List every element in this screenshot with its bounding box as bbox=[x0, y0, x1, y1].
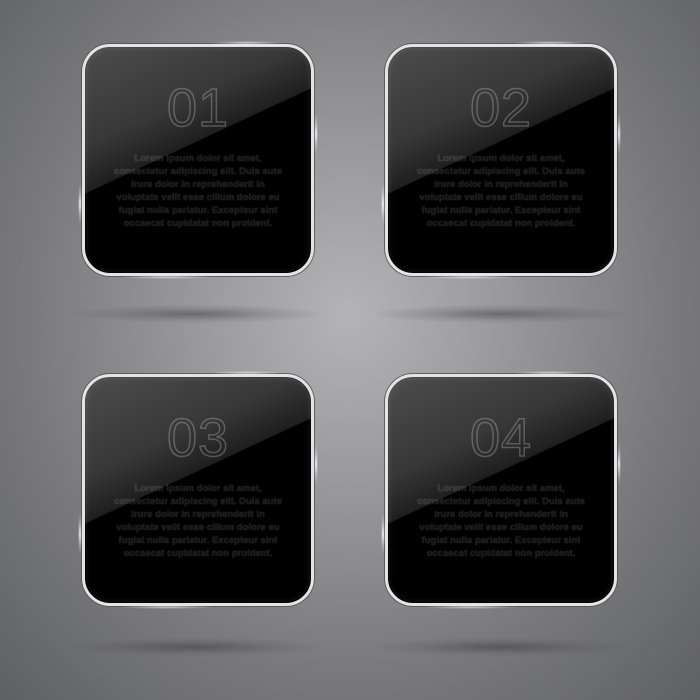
tile-text: Lorem ipsum dolor sit amet, consectetur … bbox=[417, 483, 585, 559]
tile-shadow bbox=[375, 305, 625, 323]
glass-tile-3: 03 Lorem ipsum dolor sit amet, consectet… bbox=[78, 371, 318, 609]
tile-shadow bbox=[70, 638, 320, 656]
edge-highlight bbox=[212, 41, 282, 45]
glass-tile-4: 04 Lorem ipsum dolor sit amet, consectet… bbox=[381, 371, 621, 609]
tile-number: 02 bbox=[469, 77, 533, 139]
edge-highlight bbox=[212, 371, 282, 375]
tile-text: Lorem ipsum dolor sit amet, consectetur … bbox=[114, 483, 282, 559]
tile-number: 04 bbox=[469, 407, 533, 469]
tile-panel: 02 Lorem ipsum dolor sit amet, consectet… bbox=[385, 44, 617, 276]
tile-number: 03 bbox=[166, 407, 230, 469]
tile-panel: 03 Lorem ipsum dolor sit amet, consectet… bbox=[82, 374, 314, 606]
tile-panel: 04 Lorem ipsum dolor sit amet, consectet… bbox=[385, 374, 617, 606]
tile-shadow bbox=[70, 305, 320, 323]
edge-highlight bbox=[314, 444, 318, 484]
glass-tile-1: 01 Lorem ipsum dolor sit amet, consectet… bbox=[78, 41, 318, 279]
tile-shadow bbox=[375, 638, 625, 656]
tile-number: 01 bbox=[166, 77, 230, 139]
tile-text: Lorem ipsum dolor sit amet, consectetur … bbox=[417, 153, 585, 229]
edge-highlight bbox=[381, 184, 385, 224]
edge-highlight bbox=[122, 605, 212, 609]
tile-panel: 01 Lorem ipsum dolor sit amet, consectet… bbox=[82, 44, 314, 276]
edge-highlight bbox=[122, 275, 212, 279]
edge-highlight bbox=[515, 41, 585, 45]
edge-highlight bbox=[314, 114, 318, 154]
glass-tile-2: 02 Lorem ipsum dolor sit amet, consectet… bbox=[381, 41, 621, 279]
edge-highlight bbox=[381, 514, 385, 554]
edge-highlight bbox=[515, 371, 585, 375]
tile-text: Lorem ipsum dolor sit amet, consectetur … bbox=[114, 153, 282, 229]
edge-highlight bbox=[617, 444, 621, 484]
edge-highlight bbox=[425, 275, 515, 279]
edge-highlight bbox=[425, 605, 515, 609]
edge-highlight bbox=[617, 114, 621, 154]
edge-highlight bbox=[78, 514, 82, 554]
edge-highlight bbox=[78, 184, 82, 224]
